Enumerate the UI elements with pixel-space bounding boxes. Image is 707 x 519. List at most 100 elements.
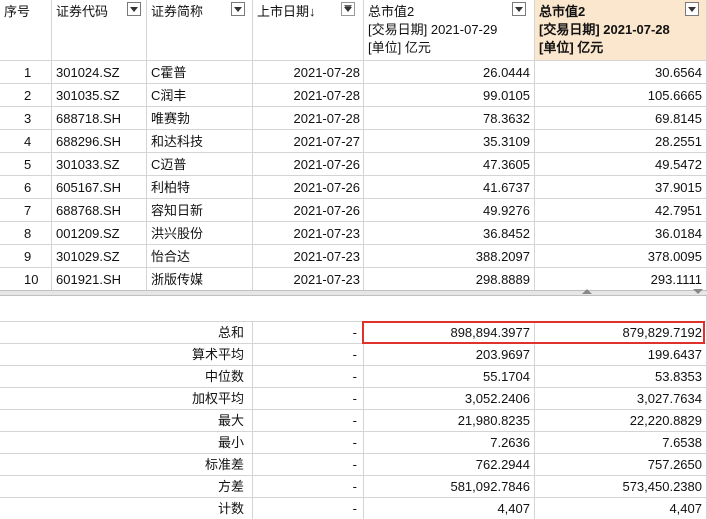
summary-v1: 898,894.3977 (364, 322, 535, 344)
cell-name[interactable]: 浙版传媒 (147, 268, 253, 291)
cell-code[interactable]: 001209.SZ (52, 222, 147, 245)
summary-v2: 573,450.2380 (535, 476, 707, 498)
cell-name[interactable]: 容知日新 (147, 199, 253, 222)
cell-seq[interactable]: 4 (0, 130, 52, 153)
cell-v2[interactable]: 293.1111 (535, 268, 707, 291)
summary-label: 加权平均 (0, 388, 253, 410)
cell-date[interactable]: 2021-07-26 (253, 199, 364, 222)
cell-v2[interactable]: 49.5472 (535, 153, 707, 176)
cell-date[interactable]: 2021-07-26 (253, 153, 364, 176)
cell-v1[interactable]: 35.3109 (364, 130, 535, 153)
cell-code[interactable]: 688768.SH (52, 199, 147, 222)
cell-seq[interactable]: 7 (0, 199, 52, 222)
cell-v1[interactable]: 26.0444 (364, 61, 535, 84)
summary-v2: 53.8353 (535, 366, 707, 388)
cell-v2[interactable]: 36.0184 (535, 222, 707, 245)
cell-v1[interactable]: 298.8889 (364, 268, 535, 291)
header-mv-0729[interactable]: 总市值2 [交易日期] 2021-07-29 [单位] 亿元 (364, 0, 535, 61)
header-mv2-unit: [单位] 亿元 (539, 40, 604, 55)
cell-name[interactable]: C润丰 (147, 84, 253, 107)
filter-dropdown-icon[interactable] (512, 2, 526, 16)
summary-dash: - (253, 410, 364, 432)
header-seq-label: 序号 (4, 4, 31, 19)
cell-name[interactable]: 利柏特 (147, 176, 253, 199)
cell-v2[interactable]: 37.9015 (535, 176, 707, 199)
cell-code[interactable]: 605167.SH (52, 176, 147, 199)
header-mv2-title: 总市值2 (539, 4, 586, 19)
header-mv1-title: 总市值2 (368, 4, 415, 19)
cell-v2[interactable]: 30.6564 (535, 61, 707, 84)
scroll-down-arrow-icon[interactable] (693, 289, 703, 294)
cell-code[interactable]: 601921.SH (52, 268, 147, 291)
cell-code[interactable]: 301033.SZ (52, 153, 147, 176)
cell-seq[interactable]: 8 (0, 222, 52, 245)
cell-date[interactable]: 2021-07-27 (253, 130, 364, 153)
cell-date[interactable]: 2021-07-23 (253, 268, 364, 291)
cell-name[interactable]: 唯赛勃 (147, 107, 253, 130)
blank-cell (0, 296, 707, 322)
cell-v1[interactable]: 78.3632 (364, 107, 535, 130)
cell-name[interactable]: 怡合达 (147, 245, 253, 268)
cell-v2[interactable]: 28.2551 (535, 130, 707, 153)
summary-label: 方差 (0, 476, 253, 498)
cell-v1[interactable]: 47.3605 (364, 153, 535, 176)
cell-code[interactable]: 301024.SZ (52, 61, 147, 84)
cell-seq[interactable]: 6 (0, 176, 52, 199)
cell-seq[interactable]: 5 (0, 153, 52, 176)
summary-v1: 3,052.2406 (364, 388, 535, 410)
scroll-up-arrow-icon[interactable] (582, 289, 592, 294)
cell-date[interactable]: 2021-07-23 (253, 222, 364, 245)
cell-seq[interactable]: 1 (0, 61, 52, 84)
cell-v1[interactable]: 49.9276 (364, 199, 535, 222)
cell-date[interactable]: 2021-07-28 (253, 107, 364, 130)
cell-name[interactable]: 洪兴股份 (147, 222, 253, 245)
cell-v1[interactable]: 41.6737 (364, 176, 535, 199)
summary-row: 算术平均 -203.9697 199.6437 (0, 344, 707, 366)
cell-date[interactable]: 2021-07-28 (253, 84, 364, 107)
summary-v2: 879,829.7192 (535, 322, 707, 344)
cell-v2[interactable]: 105.6665 (535, 84, 707, 107)
cell-code[interactable]: 688296.SH (52, 130, 147, 153)
cell-date[interactable]: 2021-07-23 (253, 245, 364, 268)
filter-dropdown-icon[interactable] (231, 2, 245, 16)
cell-name[interactable]: C霍普 (147, 61, 253, 84)
cell-seq[interactable]: 2 (0, 84, 52, 107)
summary-dash: - (253, 388, 364, 410)
summary-row: 方差 -581,092.7846 573,450.2380 (0, 476, 707, 498)
summary-v1: 581,092.7846 (364, 476, 535, 498)
cell-seq[interactable]: 9 (0, 245, 52, 268)
cell-code[interactable]: 688718.SH (52, 107, 147, 130)
summary-row: 最大 -21,980.8235 22,220.8829 (0, 410, 707, 432)
cell-name[interactable]: C迈普 (147, 153, 253, 176)
header-mv-0728[interactable]: 总市值2 [交易日期] 2021-07-28 [单位] 亿元 (535, 0, 707, 61)
summary-label: 总和 (0, 322, 253, 344)
cell-name[interactable]: 和达科技 (147, 130, 253, 153)
cell-v2[interactable]: 42.7951 (535, 199, 707, 222)
cell-code[interactable]: 301035.SZ (52, 84, 147, 107)
filter-dropdown-icon[interactable] (127, 2, 141, 16)
summary-v1: 762.2944 (364, 454, 535, 476)
cell-v2[interactable]: 69.8145 (535, 107, 707, 130)
filter-funnel-icon[interactable] (341, 2, 355, 16)
cell-v1[interactable]: 36.8452 (364, 222, 535, 245)
summary-dash: - (253, 366, 364, 388)
cell-date[interactable]: 2021-07-28 (253, 61, 364, 84)
header-list-date[interactable]: 上市日期↓ (253, 0, 364, 61)
header-seq[interactable]: 序号 (0, 0, 52, 61)
summary-v2: 757.2650 (535, 454, 707, 476)
header-name[interactable]: 证券简称 (147, 0, 253, 61)
cell-seq[interactable]: 10 (0, 268, 52, 291)
summary-v1: 7.2636 (364, 432, 535, 454)
summary-v1: 203.9697 (364, 344, 535, 366)
summary-label: 计数 (0, 498, 253, 519)
summary-row: 最小 -7.2636 7.6538 (0, 432, 707, 454)
cell-v1[interactable]: 99.0105 (364, 84, 535, 107)
header-code[interactable]: 证券代码 (52, 0, 147, 61)
cell-date[interactable]: 2021-07-26 (253, 176, 364, 199)
cell-code[interactable]: 301029.SZ (52, 245, 147, 268)
summary-v2: 199.6437 (535, 344, 707, 366)
cell-seq[interactable]: 3 (0, 107, 52, 130)
cell-v2[interactable]: 378.0095 (535, 245, 707, 268)
filter-dropdown-icon[interactable] (685, 2, 699, 16)
cell-v1[interactable]: 388.2097 (364, 245, 535, 268)
